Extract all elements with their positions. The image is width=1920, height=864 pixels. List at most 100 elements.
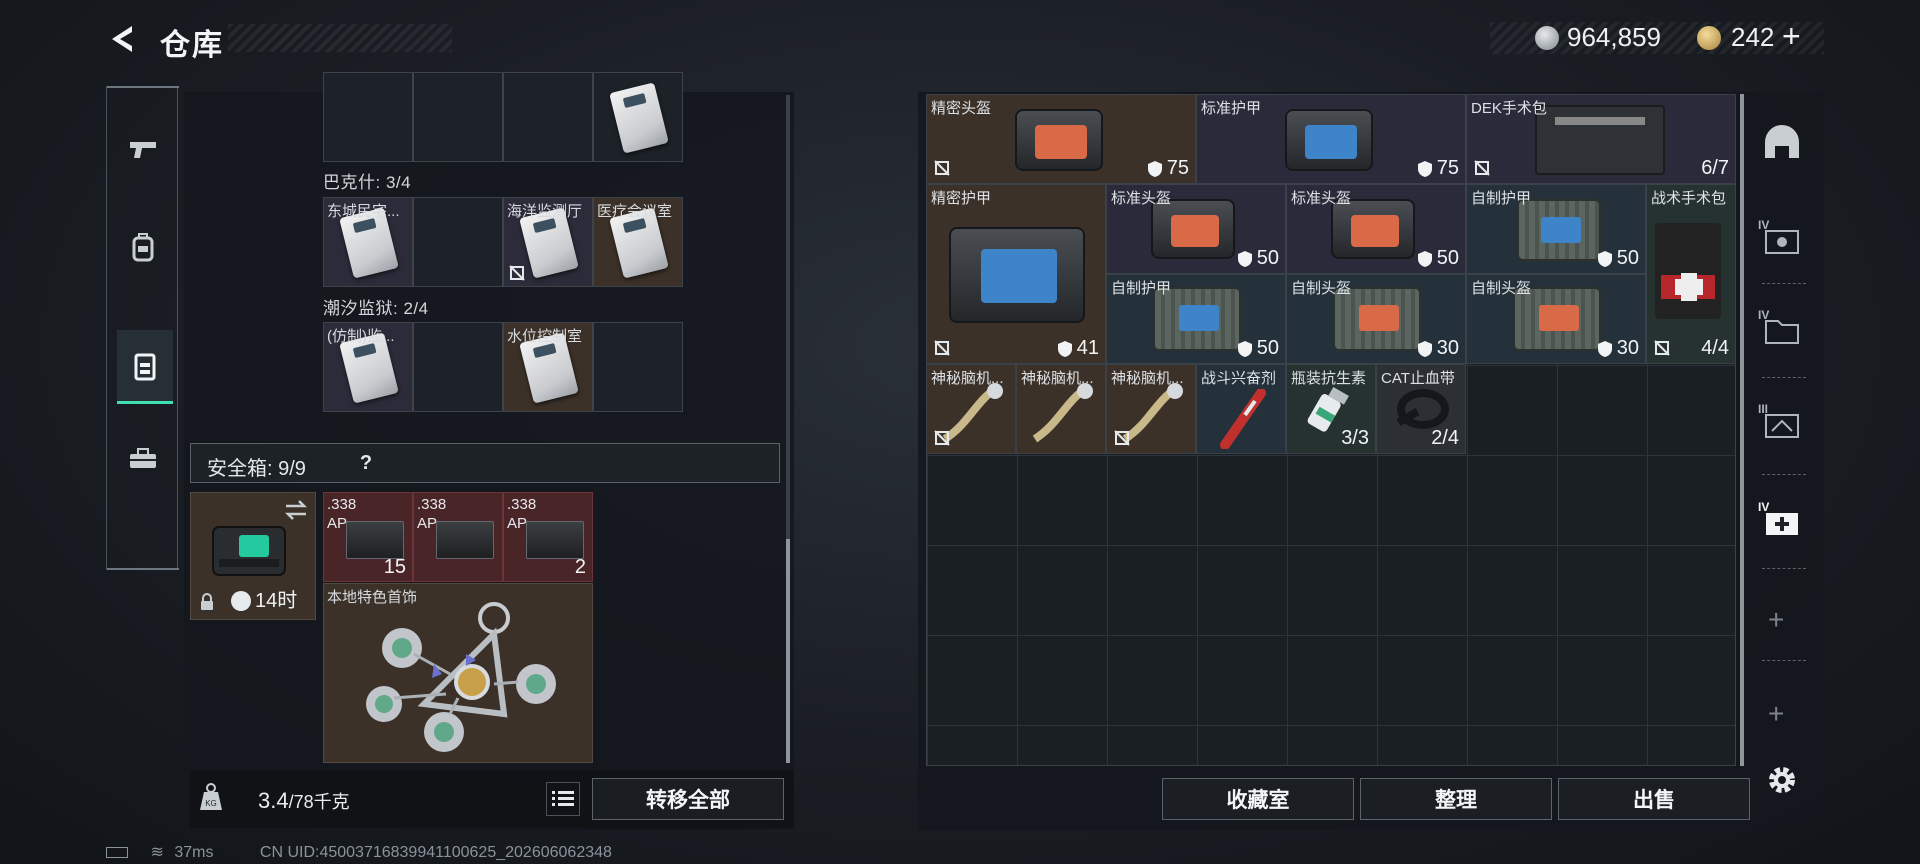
stash-tab-2[interactable]: IV (1752, 210, 1812, 270)
item-name: 自制护甲 (1111, 280, 1172, 297)
tab-weapon[interactable] (115, 112, 171, 186)
item-durability: 30 (1417, 337, 1459, 360)
stash-tab-3[interactable]: IV (1752, 300, 1812, 360)
gear-icon[interactable] (1764, 762, 1800, 798)
shield-icon (1237, 250, 1252, 267)
key-slot-empty[interactable] (413, 197, 503, 287)
stash-tab-4[interactable]: III (1752, 394, 1812, 454)
item-durability: 50 (1597, 247, 1639, 270)
stash-item[interactable]: 神秘脑机... (1106, 364, 1196, 454)
brain-chip-icon (1032, 383, 1093, 443)
list-view-button[interactable] (546, 782, 580, 816)
durability-value: 75 (1436, 157, 1459, 179)
sort-button[interactable]: 整理 (1360, 778, 1552, 820)
add-stash-tab-button[interactable]: + (1768, 604, 1784, 636)
key-label: 医疗会议室 (597, 203, 673, 220)
stash-item[interactable]: 自制头盔 30 (1286, 274, 1466, 364)
item-name: 神秘脑机... (931, 370, 1004, 387)
add-currency-button[interactable]: + (1782, 18, 1801, 55)
transfer-all-button[interactable]: 转移全部 (592, 778, 784, 820)
stash-item[interactable]: 神秘脑机... (1016, 364, 1106, 454)
ammo-slot[interactable]: .338 AP (413, 492, 503, 582)
stash-tab-main[interactable] (1752, 112, 1812, 172)
swap-icon[interactable] (283, 499, 309, 521)
key-slot[interactable]: 水位控制室 (503, 322, 593, 412)
silver-amount: 964,859 (1567, 22, 1661, 52)
section-label-bakeshi: 巴克什: 3/4 (323, 173, 412, 192)
stash-item[interactable]: 瓶装抗生素 3/3 (1286, 364, 1376, 454)
key-slot[interactable] (593, 72, 683, 162)
stash-item[interactable]: 战术手术包 4/4 (1646, 184, 1736, 364)
stash-item[interactable]: 标准头盔 50 (1286, 184, 1466, 274)
durability-value: 50 (1616, 247, 1639, 269)
key-slot-empty[interactable] (413, 72, 503, 162)
top-bar: 仓库 964,859 242 + (0, 0, 1920, 80)
durability-value: 41 (1076, 337, 1099, 359)
collection-room-button[interactable]: 收藏室 (1162, 778, 1354, 820)
item-name: 瓶装抗生素 (1291, 370, 1367, 387)
stash-tab-5[interactable]: IV (1752, 492, 1812, 552)
silver-coin-icon (1535, 26, 1559, 50)
tab-level: IV (1758, 218, 1770, 232)
key-row-top (323, 72, 683, 162)
stash-item[interactable]: 神秘脑机... (926, 364, 1016, 454)
key-slot[interactable]: 海洋监测厅 (503, 197, 593, 287)
section-label-prison: 潮汐监狱: 2/4 (323, 299, 429, 318)
help-icon[interactable]: ? (353, 450, 379, 476)
tab-divider (1762, 474, 1806, 475)
stash-item[interactable]: 自制头盔 30 (1466, 274, 1646, 364)
local-jewelry-item[interactable]: 本地特色首饰 (323, 583, 593, 763)
pistol-icon (130, 142, 156, 158)
stash-item[interactable]: 标准头盔 50 (1106, 184, 1286, 274)
stash-item[interactable]: 自制护甲 50 (1466, 184, 1646, 274)
key-slot[interactable]: 东城民宅... (323, 197, 413, 287)
ammo-slot[interactable]: .338 AP 15 (323, 492, 413, 582)
key-card-icon (609, 82, 669, 154)
weight-readout: 3.4/78千克 (258, 788, 350, 814)
stash-item[interactable]: 标准护甲 75 (1196, 94, 1466, 184)
clock-icon (231, 591, 251, 611)
page-title: 仓库 (160, 29, 224, 62)
no-transfer-icon (1654, 340, 1670, 356)
item-uses: 4/4 (1701, 337, 1729, 359)
item-uses: 6/7 (1701, 157, 1729, 179)
helmet-case-icon (1015, 109, 1103, 171)
sell-button[interactable]: 出售 (1558, 778, 1750, 820)
add-stash-tab-button[interactable]: + (1768, 698, 1784, 730)
weight-max: /78千克 (288, 792, 350, 812)
key-label: (仿制)监... (327, 328, 395, 345)
key-slot-empty[interactable] (593, 322, 683, 412)
stash-item[interactable]: 战斗兴奋剂 (1196, 364, 1286, 454)
stash-item[interactable]: 精密头盔 75 (926, 94, 1196, 184)
tab-divider (1762, 660, 1806, 661)
item-name: 战斗兴奋剂 (1201, 370, 1277, 387)
ammo-slot[interactable]: .338 AP 2 (503, 492, 593, 582)
key-slot[interactable]: 医疗会议室 (593, 197, 683, 287)
ammo-label: .338 AP (417, 496, 447, 532)
stash-item[interactable]: DEK手术包 6/7 (1466, 94, 1736, 184)
armor-case-icon (1285, 109, 1373, 171)
stash-scrollbar[interactable] (1740, 94, 1744, 766)
no-transfer-icon (934, 340, 950, 356)
key-slot-empty[interactable] (413, 322, 503, 412)
stash-item[interactable]: CAT止血带 2/4 (1376, 364, 1466, 454)
tab-backpack[interactable] (115, 210, 171, 284)
stimulant-injector-icon (1220, 389, 1266, 449)
loadout-scroll-thumb[interactable] (786, 539, 790, 763)
tab-toolbox[interactable] (115, 422, 171, 496)
tab-chest-rig[interactable] (117, 330, 173, 404)
safebox-container[interactable]: 14时 (190, 492, 316, 620)
loadout-scrollbar[interactable] (786, 95, 790, 763)
no-transfer-icon (509, 265, 525, 281)
durability-value: 50 (1256, 247, 1279, 269)
back-arrow-icon[interactable] (106, 22, 140, 56)
key-slot-empty[interactable] (503, 72, 593, 162)
item-name: 精密护甲 (931, 190, 992, 207)
key-slot[interactable]: (仿制)监... (323, 322, 413, 412)
durability-value: 30 (1616, 337, 1639, 359)
stash-item[interactable]: 精密护甲 41 (926, 184, 1106, 364)
shield-icon (1147, 160, 1162, 177)
stash-item[interactable]: 自制护甲 50 (1106, 274, 1286, 364)
key-slot-empty[interactable] (323, 72, 413, 162)
shield-icon (1057, 340, 1072, 357)
